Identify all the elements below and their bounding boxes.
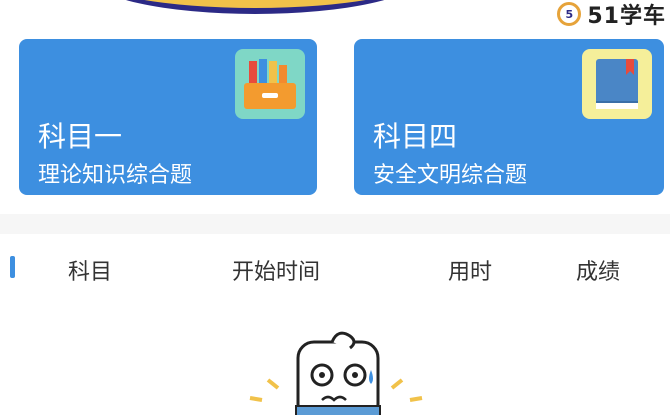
header-start-time: 开始时间 — [232, 260, 321, 285]
subject-one-card[interactable]: 科目一 理论知识综合题 — [19, 39, 317, 195]
card-subtitle: 理论知识综合题 — [38, 163, 193, 188]
brand-logo: 5 51学车 — [557, 0, 666, 30]
empty-state — [0, 300, 670, 419]
header-score: 成绩 — [576, 260, 621, 285]
empty-mascot-icon — [249, 331, 423, 419]
subject-four-card[interactable]: 科目四 安全文明综合题 — [354, 39, 664, 195]
banner-decoration — [90, 0, 420, 14]
header-duration: 用时 — [448, 260, 493, 285]
card-title: 科目四 — [373, 120, 458, 153]
top-banner: 5 51学车 — [0, 0, 670, 29]
logo-icon: 5 — [557, 2, 582, 26]
book-icon — [582, 49, 652, 119]
header-subject: 科目 — [68, 260, 113, 285]
card-subtitle: 安全文明综合题 — [373, 163, 528, 188]
section-marker — [10, 256, 15, 278]
folder-icon — [235, 49, 305, 119]
section-divider — [0, 214, 670, 234]
card-title: 科目一 — [38, 120, 123, 153]
record-table-header: 科目 开始时间 用时 成绩 — [0, 234, 670, 301]
logo-text: 51学车 — [587, 4, 666, 29]
